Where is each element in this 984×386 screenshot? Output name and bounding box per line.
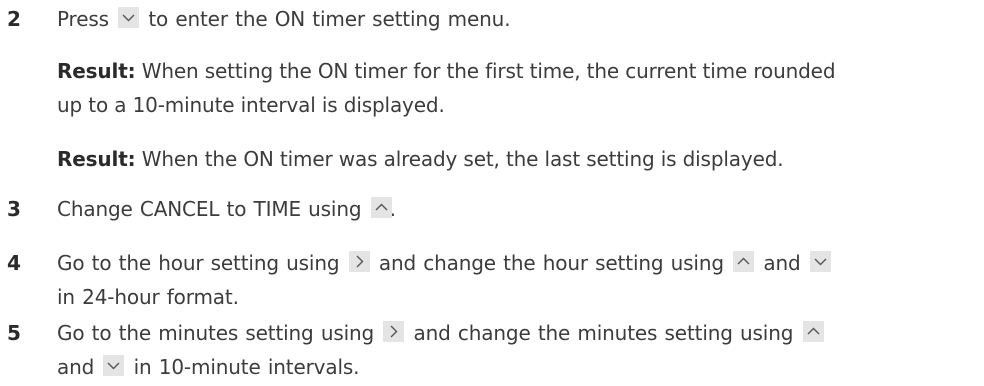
step-number: 2 — [7, 7, 21, 31]
chevron-up-icon — [370, 197, 392, 218]
result-note: Result: When setting the ON timer for th… — [57, 59, 836, 117]
chevron-up-icon — [802, 321, 824, 342]
result-note: Result: When the ON timer was already se… — [57, 147, 784, 171]
result-label: Result: — [57, 147, 136, 171]
step-instruction: Go to the hour setting using and change … — [57, 246, 978, 314]
chevron-right-icon — [383, 321, 405, 342]
step-number: 3 — [7, 197, 21, 221]
result-label: Result: — [57, 59, 136, 83]
step-instruction: Press to enter the ON timer setting menu… — [57, 7, 511, 31]
step-number: 4 — [7, 251, 21, 275]
chevron-down-icon — [809, 251, 831, 272]
step-instruction: Go to the minutes setting using and chan… — [57, 316, 978, 384]
step-number: 5 — [7, 321, 21, 345]
chevron-down-icon — [118, 7, 140, 28]
chevron-up-icon — [733, 251, 755, 272]
step-instruction: Change CANCEL to TIME using . — [57, 197, 396, 221]
chevron-right-icon — [348, 251, 370, 272]
chevron-down-icon — [103, 355, 125, 376]
